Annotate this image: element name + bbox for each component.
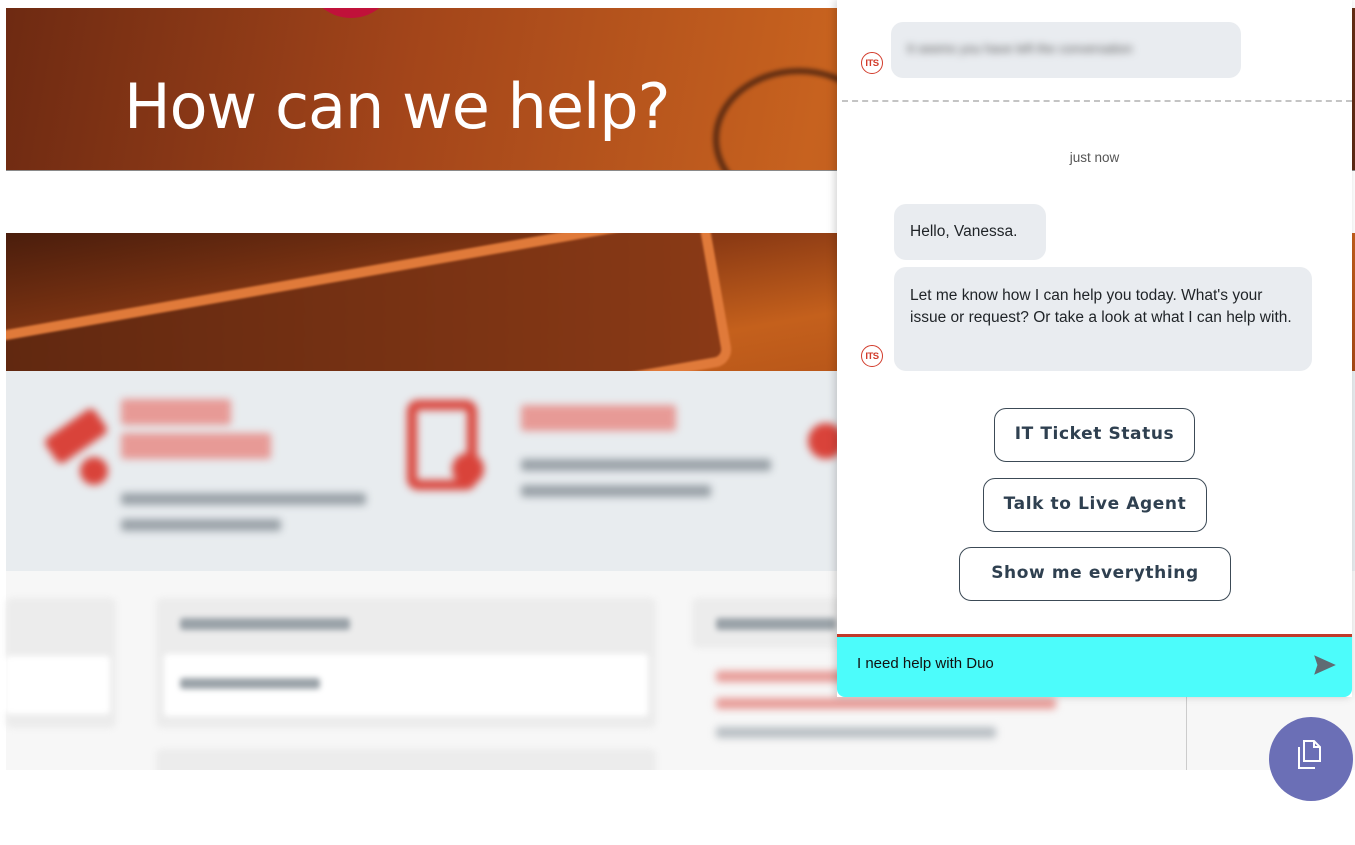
request-something-icon[interactable] <box>36 401 116 491</box>
panel-left <box>6 598 116 728</box>
option-show-me-everything[interactable]: Show me everything <box>959 547 1231 601</box>
previous-message-bubble: It seems you have left the conversation <box>891 22 1241 78</box>
prompt-bubble: Let me know how I can help you today. Wh… <box>894 267 1312 371</box>
previous-message-text: It seems you have left the conversation <box>907 41 1133 56</box>
greeting-text: Hello, Vanessa. <box>910 223 1018 240</box>
greeting-bubble: Hello, Vanessa. <box>894 204 1046 260</box>
panel-bottom <box>156 749 656 770</box>
its-avatar-icon: ITS <box>861 52 883 74</box>
card-knowledge-description <box>521 459 771 497</box>
virtual-agent-chat-panel: It seems you have left the conversation … <box>837 0 1352 697</box>
page-bottom-area <box>0 770 1355 845</box>
panel-open-requests <box>156 598 656 728</box>
card-request-title[interactable] <box>121 399 271 469</box>
option-it-ticket-status[interactable]: IT Ticket Status <box>994 408 1195 462</box>
option-talk-to-live-agent[interactable]: Talk to Live Agent <box>983 478 1207 532</box>
logo-fragment <box>306 8 396 18</box>
document-icon <box>1298 740 1321 769</box>
its-avatar-icon: ITS <box>861 345 883 367</box>
card-knowledge-title[interactable] <box>521 405 676 431</box>
panel-featured <box>692 598 852 648</box>
card-request-description <box>121 493 371 531</box>
prompt-text: Let me know how I can help you today. Wh… <box>910 287 1292 326</box>
message-timestamp: just now <box>1069 150 1120 165</box>
hero-title: How can we help? <box>124 70 671 143</box>
chat-input-bar[interactable]: I need help with Duo <box>837 634 1352 697</box>
knowledge-icon[interactable] <box>406 399 496 499</box>
conversation-divider <box>842 100 1352 102</box>
chat-input[interactable]: I need help with Duo <box>857 655 994 672</box>
send-icon[interactable] <box>1312 652 1338 678</box>
floating-action-button[interactable] <box>1269 717 1353 801</box>
